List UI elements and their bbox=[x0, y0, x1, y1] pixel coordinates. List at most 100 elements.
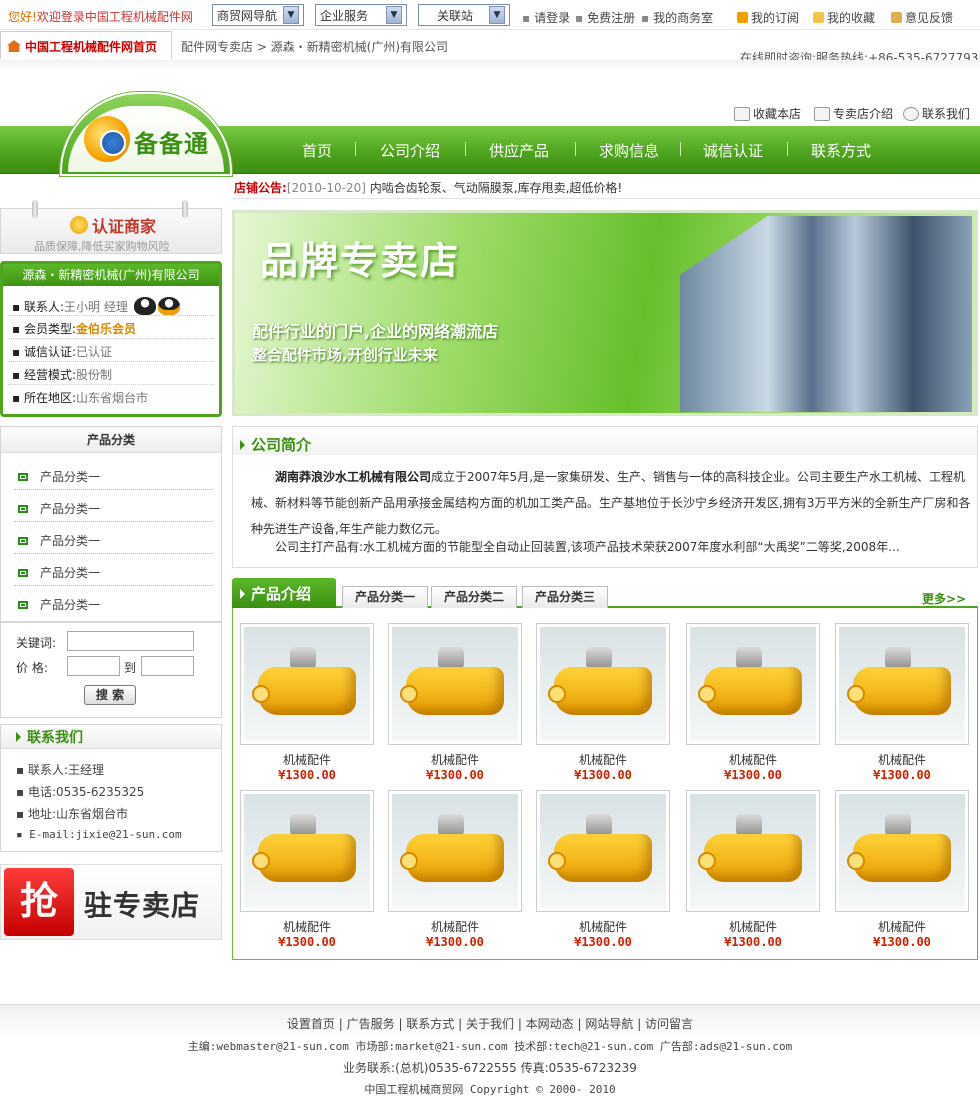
qq-chat-icon[interactable] bbox=[133, 297, 156, 315]
product-card[interactable] bbox=[240, 623, 374, 745]
product-name[interactable]: 机械配件 bbox=[240, 918, 374, 935]
divider bbox=[14, 521, 212, 522]
site-nav-select[interactable]: 商贸网导航 ▼ bbox=[212, 4, 304, 26]
banner-line-1: 配件行业的门户,企业的网络潮流店 bbox=[252, 322, 499, 341]
bookmark-icon bbox=[734, 106, 750, 121]
pin-decoration bbox=[32, 200, 38, 218]
product-name[interactable]: 机械配件 bbox=[388, 751, 522, 768]
product-price: ¥1300.00 bbox=[873, 768, 931, 782]
product-card[interactable] bbox=[388, 623, 522, 745]
keyword-input[interactable] bbox=[67, 631, 194, 651]
product-image bbox=[392, 627, 518, 741]
product-name[interactable]: 机械配件 bbox=[686, 751, 820, 768]
nav-contact[interactable]: 联系方式 bbox=[811, 140, 871, 161]
category-item[interactable]: 产品分类一 bbox=[18, 500, 100, 517]
nav-purchase-info[interactable]: 求购信息 bbox=[599, 140, 659, 161]
nav-supply-products[interactable]: 供应产品 bbox=[489, 140, 549, 161]
product-card[interactable] bbox=[686, 623, 820, 745]
product-image bbox=[839, 794, 965, 908]
footer-link-ads[interactable]: 广告服务 bbox=[347, 1017, 395, 1031]
product-name[interactable]: 机械配件 bbox=[835, 918, 969, 935]
product-image bbox=[690, 627, 816, 741]
product-image bbox=[540, 794, 666, 908]
product-price: ¥1300.00 bbox=[426, 768, 484, 782]
footer-link-sitemap[interactable]: 网站导航 bbox=[585, 1017, 633, 1031]
product-name[interactable]: 机械配件 bbox=[536, 751, 670, 768]
product-name[interactable]: 机械配件 bbox=[536, 918, 670, 935]
store-intro-link[interactable]: 专卖店介绍 bbox=[814, 105, 893, 122]
register-link[interactable]: ▪ 免费注册 bbox=[575, 9, 635, 26]
product-name[interactable]: 机械配件 bbox=[388, 918, 522, 935]
product-card[interactable] bbox=[835, 790, 969, 912]
tab-category-3[interactable]: 产品分类三 bbox=[522, 586, 608, 608]
product-card[interactable] bbox=[388, 790, 522, 912]
footer-link-about[interactable]: 关于我们 bbox=[466, 1017, 514, 1031]
product-card[interactable] bbox=[536, 623, 670, 745]
product-price: ¥1300.00 bbox=[574, 768, 632, 782]
feedback-link[interactable]: 意见反馈 bbox=[891, 9, 953, 26]
product-name[interactable]: 机械配件 bbox=[686, 918, 820, 935]
certified-subtitle: 品质保障,降低买家购物风险 bbox=[34, 240, 170, 253]
related-site-select[interactable]: 关联站 ▼ bbox=[418, 4, 510, 26]
category-item[interactable]: 产品分类一 bbox=[18, 596, 100, 613]
nav-divider bbox=[575, 142, 576, 156]
footer-link-guestbook[interactable]: 访问留言 bbox=[645, 1017, 693, 1031]
contact-us-link[interactable]: 联系我们 bbox=[903, 105, 970, 122]
company-name: 源森・新精密机械(广州)有限公司 bbox=[3, 264, 219, 286]
divider bbox=[8, 361, 214, 362]
divider bbox=[14, 489, 212, 490]
contact-person-row: ▪ 联系人:王小明 经理 bbox=[12, 297, 180, 315]
more-products-link[interactable]: 更多>> bbox=[922, 590, 966, 607]
tab-category-1[interactable]: 产品分类一 bbox=[342, 586, 428, 608]
join-store-text: 驻专卖店 bbox=[84, 889, 201, 922]
product-name[interactable]: 机械配件 bbox=[240, 751, 374, 768]
product-card[interactable] bbox=[240, 790, 374, 912]
edit-icon bbox=[891, 12, 902, 23]
footer-link-contact[interactable]: 联系方式 bbox=[406, 1017, 454, 1031]
tab-category-2[interactable]: 产品分类二 bbox=[431, 586, 517, 608]
collapse-icon bbox=[18, 536, 28, 545]
welcome-text: 您好!欢迎登录中国工程机械配件网 bbox=[8, 10, 193, 24]
my-favorites-link[interactable]: 我的收藏 bbox=[813, 9, 875, 26]
divider bbox=[8, 315, 214, 316]
nav-credit-cert[interactable]: 诚信认证 bbox=[703, 140, 763, 161]
nav-company-intro[interactable]: 公司介绍 bbox=[380, 140, 440, 161]
category-item[interactable]: 产品分类一 bbox=[18, 468, 100, 485]
banner-title: 品牌专卖店 bbox=[260, 239, 461, 283]
product-image bbox=[392, 794, 518, 908]
my-office-link[interactable]: ▪ 我的商务室 bbox=[641, 9, 713, 26]
product-card[interactable] bbox=[686, 790, 820, 912]
product-card[interactable] bbox=[536, 790, 670, 912]
arrow-right-icon bbox=[240, 440, 245, 450]
product-name[interactable]: 机械配件 bbox=[835, 751, 969, 768]
price-min-input[interactable] bbox=[67, 656, 120, 676]
product-image bbox=[839, 627, 965, 741]
login-link[interactable]: ▪ 请登录 bbox=[522, 9, 570, 26]
contact-title: 联系我们 bbox=[16, 727, 83, 747]
category-item[interactable]: 产品分类一 bbox=[18, 564, 100, 581]
home-icon bbox=[7, 40, 21, 52]
intro-paragraph-1: 湖南莽浪沙水工机械有限公司成立于2007年5月,是一家集研发、生产、销售与一体的… bbox=[251, 470, 971, 536]
divider bbox=[232, 198, 980, 199]
search-button[interactable]: 搜 索 bbox=[84, 685, 136, 705]
home-link[interactable]: 中国工程机械配件网首页 bbox=[0, 31, 172, 59]
product-price: ¥1300.00 bbox=[426, 935, 484, 949]
price-max-input[interactable] bbox=[141, 656, 194, 676]
nav-home[interactable]: 首页 bbox=[302, 140, 332, 161]
arrow-right-icon bbox=[240, 589, 245, 599]
arrow-right-icon bbox=[16, 732, 21, 742]
enterprise-service-select[interactable]: 企业服务 ▼ bbox=[315, 4, 407, 26]
product-card[interactable] bbox=[835, 623, 969, 745]
vip-icon bbox=[70, 216, 88, 234]
product-price: ¥1300.00 bbox=[724, 768, 782, 782]
footer-link-homepage[interactable]: 设置首页 bbox=[287, 1017, 335, 1031]
member-type-row: ▪ 会员类型:金伯乐会员 bbox=[12, 322, 137, 336]
footer-link-news[interactable]: 本网动态 bbox=[526, 1017, 574, 1031]
bookmark-store-link[interactable]: 收藏本店 bbox=[734, 105, 801, 122]
intro-paragraph-2: 公司主打产品有:水工机械方面的节能型全自动止回装置,该项产品技术荣获2007年度… bbox=[275, 540, 900, 554]
my-subscription-link[interactable]: 我的订阅 bbox=[737, 9, 799, 26]
product-intro-tab[interactable]: 产品介绍 bbox=[232, 578, 336, 608]
qq-chat-icon[interactable] bbox=[157, 297, 180, 315]
footer-phone: 业务联系:(总机)0535-6722555 传真:0535-6723239 bbox=[343, 1061, 637, 1075]
category-item[interactable]: 产品分类一 bbox=[18, 532, 100, 549]
